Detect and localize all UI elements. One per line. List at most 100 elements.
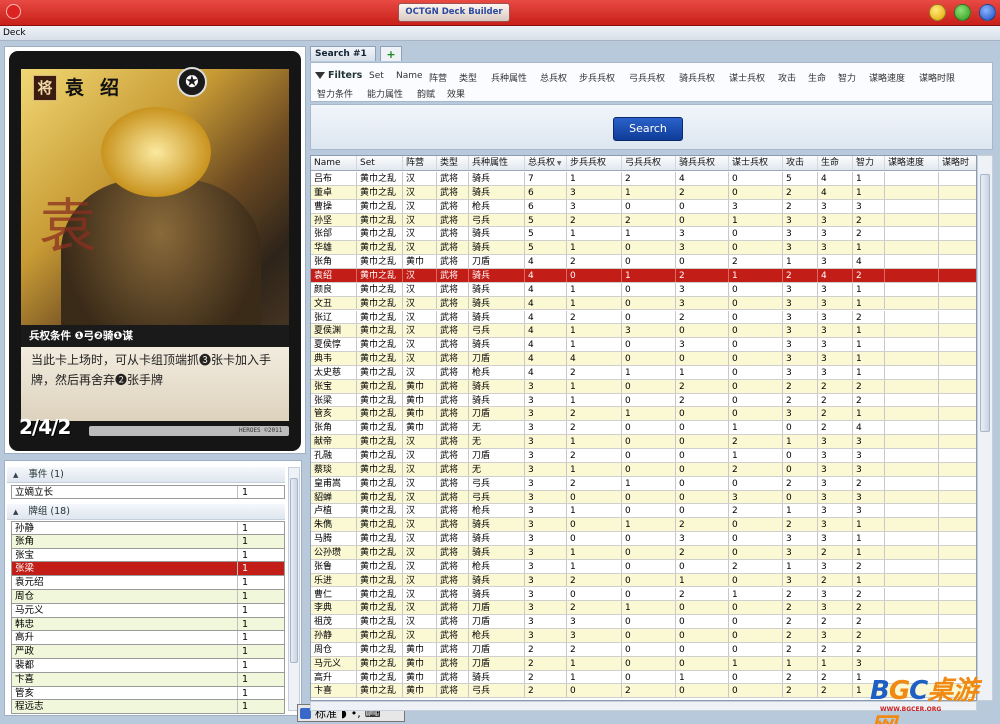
collapse-caret-icon[interactable]: ▲ <box>13 508 18 516</box>
deck-list-item[interactable]: 高升 1 <box>11 631 285 646</box>
deck-item-quantity[interactable]: 1 <box>238 645 248 658</box>
filter-19[interactable]: 效果 <box>447 87 465 100</box>
deck-list-item[interactable]: 程远志 1 <box>11 700 285 715</box>
table-row[interactable]: 祖茂 黄巾之乱汉武将 刀盾 3 3 0 0 0 2 2 2 <box>311 615 976 630</box>
deck-item-quantity[interactable]: 1 <box>238 576 248 589</box>
table-row[interactable]: 张梁 黄巾之乱 黄巾 武将 骑兵 3 1 0 2 0 2 2 2 <box>311 393 976 408</box>
deck-item-quantity[interactable]: 1 <box>238 486 248 498</box>
table-row[interactable]: 孙静 黄巾之乱汉武将 枪兵 3 3 0 0 0 2 3 2 <box>311 629 976 643</box>
column-header[interactable]: 步兵兵权 <box>567 156 622 170</box>
close-button[interactable] <box>979 4 996 21</box>
deck-list-item[interactable]: 韩忠 1 <box>11 617 285 632</box>
table-row[interactable]: 夏侯惇 黄巾之乱汉武将 骑兵 4 1 0 3 0 3 3 1 <box>311 338 976 353</box>
filter-12[interactable]: 生命 <box>808 71 826 84</box>
filter-3[interactable]: 阵营 <box>429 71 447 84</box>
table-row[interactable]: 乐进 黄巾之乱汉武将 骑兵 3 2 0 1 0 3 2 1 <box>311 573 976 588</box>
deck-item-quantity[interactable]: 1 <box>238 535 248 548</box>
table-row[interactable]: 公孙瓒 黄巾之乱汉武将 骑兵 3 1 0 2 0 3 2 1 <box>311 545 976 560</box>
table-row[interactable]: 张宝 黄巾之乱 黄巾 武将 骑兵 3 1 0 2 0 2 2 2 <box>311 379 976 394</box>
table-row[interactable]: 夏侯渊 黄巾之乱汉武将 弓兵 4 1 3 0 0 3 3 1 <box>311 324 976 339</box>
table-row[interactable]: 张鲁 黄巾之乱汉武将 枪兵 3 1 0 0 2 1 3 2 <box>311 559 976 574</box>
collapse-caret-icon[interactable]: ▲ <box>13 471 18 479</box>
table-row[interactable]: 卢植 黄巾之乱汉武将 枪兵 3 1 0 0 2 1 3 3 <box>311 504 976 519</box>
table-row[interactable]: 管亥 黄巾之乱 黄巾 武将 刀盾 3 2 1 0 0 3 2 1 <box>311 407 976 422</box>
filter-7[interactable]: 步兵兵权 <box>579 71 615 84</box>
table-row[interactable]: 曹操 黄巾之乱汉武将 枪兵 6 3 0 0 3 2 3 3 <box>311 199 976 214</box>
deck-item-quantity[interactable]: 1 <box>238 631 248 644</box>
deck-list-item[interactable]: 立嫡立长 1 <box>11 485 285 499</box>
deck-item-quantity[interactable]: 1 <box>238 604 248 617</box>
table-row[interactable]: 李典 黄巾之乱汉武将 刀盾 3 2 1 0 0 2 3 2 <box>311 601 976 616</box>
deck-list-item[interactable]: 袁元绍 1 <box>11 576 285 590</box>
table-row[interactable]: 吕布 黄巾之乱汉武将 骑兵 7 1 2 4 0 5 4 1 <box>311 172 976 186</box>
table-row[interactable]: 张郃 黄巾之乱汉武将 骑兵 5 1 1 3 0 3 3 2 <box>311 227 976 242</box>
deck-item-quantity[interactable]: 1 <box>238 549 248 562</box>
filter-10[interactable]: 谋士兵权 <box>729 71 765 84</box>
deck-item-quantity[interactable]: 1 <box>238 522 248 534</box>
table-row[interactable]: 太史慈 黄巾之乱汉武将 枪兵 4 2 1 1 0 3 3 1 <box>311 365 976 380</box>
filter-9[interactable]: 骑兵兵权 <box>679 71 715 84</box>
filter-14[interactable]: 谋略速度 <box>869 71 905 84</box>
deck-item-quantity[interactable]: 1 <box>238 590 248 603</box>
deck-list-item[interactable]: 张梁 1 <box>11 562 285 577</box>
deck-list-item[interactable]: 管亥 1 <box>11 686 285 701</box>
table-row[interactable]: 孙坚 黄巾之乱汉武将 弓兵 5 2 2 0 1 3 3 2 <box>311 213 976 228</box>
filter-13[interactable]: 智力 <box>838 71 856 84</box>
column-header[interactable]: 兵种属性 <box>469 156 525 170</box>
table-row[interactable]: 董卓 黄巾之乱汉武将 骑兵 6 3 1 2 0 2 4 1 <box>311 185 976 200</box>
column-header[interactable]: Set <box>357 156 403 170</box>
deck-list-item[interactable]: 卞喜 1 <box>11 672 285 687</box>
tab-search-1[interactable]: Search #1 <box>310 46 376 61</box>
column-header[interactable]: 谋略时 <box>939 156 976 170</box>
table-row[interactable]: 颜良 黄巾之乱汉武将 骑兵 4 1 0 3 0 3 3 1 <box>311 282 976 297</box>
filter-2[interactable]: Name <box>396 71 423 81</box>
filter-8[interactable]: 弓兵兵权 <box>629 71 665 84</box>
filter-4[interactable]: 类型 <box>459 71 477 84</box>
table-row[interactable]: 张角 黄巾之乱 黄巾 武将无 3 2 0 0 1 0 2 4 <box>311 421 976 436</box>
table-row[interactable]: 马腾 黄巾之乱汉武将 骑兵 3 0 0 3 0 3 3 1 <box>311 532 976 546</box>
table-row[interactable]: 曹仁 黄巾之乱汉武将 骑兵 3 0 0 2 1 2 3 2 <box>311 587 976 602</box>
deck-item-quantity[interactable]: 1 <box>238 673 248 686</box>
table-row[interactable]: 貂蝉 黄巾之乱汉武将 弓兵 3 0 0 0 3 0 3 3 <box>311 490 976 505</box>
deck-section-header[interactable]: ▲ 牌组 (18) <box>7 504 285 520</box>
column-header[interactable]: Name <box>311 156 357 170</box>
deck-list-item[interactable]: 张宝 1 <box>11 548 285 563</box>
table-row[interactable]: 张角 黄巾之乱 黄巾 武将 刀盾 4 2 0 0 2 1 3 4 <box>311 255 976 269</box>
table-row[interactable]: 孔融 黄巾之乱汉武将 刀盾 3 2 0 0 1 0 3 3 <box>311 449 976 463</box>
filter-15[interactable]: 谋略时限 <box>919 71 955 84</box>
table-row[interactable]: 文丑 黄巾之乱汉武将 骑兵 4 1 0 3 0 3 3 1 <box>311 296 976 311</box>
filter-1[interactable]: Set <box>369 71 384 81</box>
table-row[interactable]: 蔡琰 黄巾之乱汉武将无 3 1 0 0 2 0 3 3 <box>311 462 976 477</box>
table-row[interactable]: 袁绍 黄巾之乱汉武将 骑兵 4 0 1 2 1 2 4 2 <box>311 268 976 283</box>
filter-18[interactable]: 韵赋 <box>417 87 435 100</box>
deck-list-item[interactable]: 严政 1 <box>11 645 285 659</box>
table-row[interactable]: 典韦 黄巾之乱汉武将 刀盾 4 4 0 0 0 3 3 1 <box>311 352 976 366</box>
maximize-button[interactable] <box>954 4 971 21</box>
app-menu-icon[interactable] <box>6 4 21 19</box>
filter-17[interactable]: 能力属性 <box>367 87 403 100</box>
table-row[interactable]: 朱儁 黄巾之乱汉武将 骑兵 3 0 1 2 0 2 3 1 <box>311 518 976 533</box>
minimize-button[interactable] <box>929 4 946 21</box>
filter-5[interactable]: 兵种属性 <box>491 71 527 84</box>
column-header[interactable]: 骑兵兵权 <box>676 156 729 170</box>
table-row[interactable]: 张辽 黄巾之乱汉武将 骑兵 4 2 0 2 0 3 3 2 <box>311 310 976 325</box>
table-row[interactable]: 周仓 黄巾之乱 黄巾 武将 刀盾 2 2 0 0 0 2 2 2 <box>311 642 976 657</box>
menu-deck[interactable]: Deck <box>3 28 26 38</box>
column-header[interactable]: 谋略速度 <box>885 156 939 170</box>
deck-list-item[interactable]: 周仓 1 <box>11 589 285 604</box>
deck-list-item[interactable]: 裴都 1 <box>11 658 285 673</box>
column-header[interactable]: 攻击 <box>783 156 818 170</box>
deck-list-item[interactable]: 张角 1 <box>11 534 285 549</box>
column-header[interactable]: 阵营 <box>403 156 437 170</box>
deck-list-item[interactable]: 马元义 1 <box>11 603 285 618</box>
deck-item-quantity[interactable]: 1 <box>238 562 248 575</box>
column-header[interactable]: 生命 <box>818 156 853 170</box>
deck-item-quantity[interactable]: 1 <box>238 618 248 631</box>
add-tab-button[interactable]: + <box>380 46 402 61</box>
table-row[interactable]: 华雄 黄巾之乱汉武将 骑兵 5 1 0 3 0 3 3 1 <box>311 241 976 256</box>
deck-section-header[interactable]: ▲ 事件 (1) <box>7 467 285 483</box>
filter-11[interactable]: 攻击 <box>778 71 796 84</box>
column-header[interactable]: 谋士兵权 <box>729 156 783 170</box>
deck-list-item[interactable]: 孙静 1 <box>11 521 285 535</box>
column-header[interactable]: 弓兵兵权 <box>622 156 676 170</box>
